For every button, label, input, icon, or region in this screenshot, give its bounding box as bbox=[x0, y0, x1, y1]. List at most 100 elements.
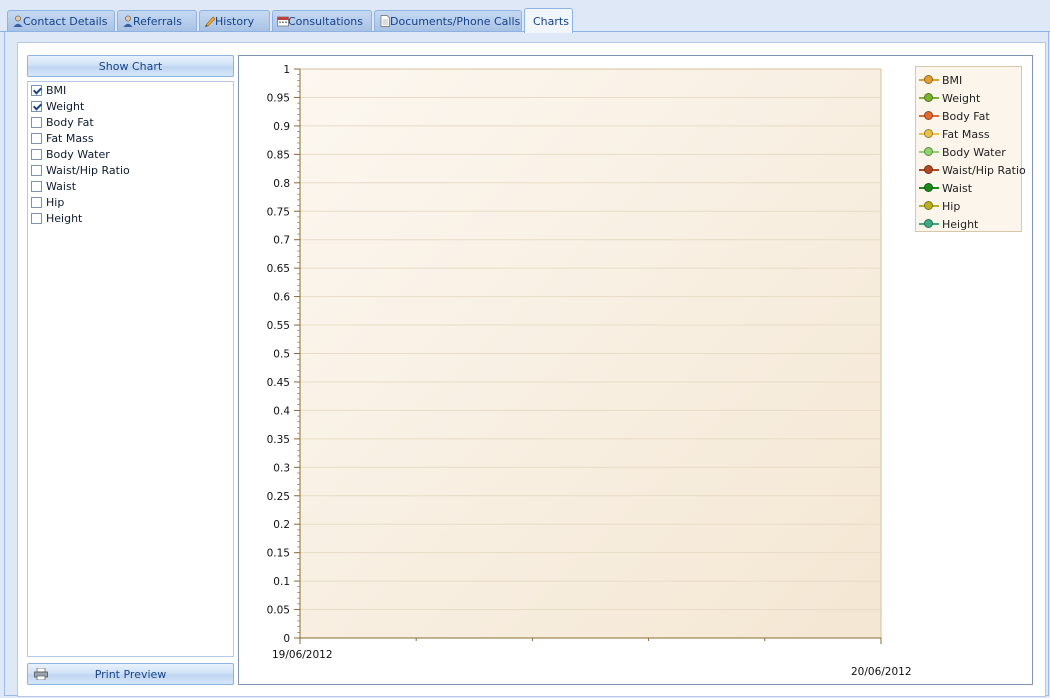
y-tick-label: 0.5 bbox=[273, 349, 290, 361]
metric-checkbox[interactable] bbox=[31, 180, 42, 192]
y-tick-label: 0.55 bbox=[267, 320, 290, 332]
tab-label: Documents/Phone Calls bbox=[390, 14, 521, 28]
legend-label: BMI bbox=[942, 73, 963, 87]
legend-marker bbox=[919, 218, 939, 230]
print-preview-button[interactable]: Print Preview bbox=[27, 663, 234, 685]
legend-label: Waist/Hip Ratio bbox=[942, 163, 1026, 177]
tab-label: Referrals bbox=[133, 14, 182, 28]
y-tick-label: 0.3 bbox=[273, 462, 290, 474]
y-tick-label: 0.8 bbox=[273, 178, 290, 190]
metric-label: Body Water bbox=[46, 147, 110, 161]
tab-consultations[interactable]: Consultations bbox=[272, 10, 372, 31]
y-tick-label: 0.65 bbox=[267, 263, 290, 275]
x-tick-label: 20/06/2012 bbox=[851, 666, 912, 678]
metric-body-fat[interactable]: Body Fat bbox=[28, 114, 233, 130]
tab-referrals[interactable]: Referrals bbox=[117, 10, 197, 31]
print-preview-label: Print Preview bbox=[94, 667, 167, 681]
pencil-icon bbox=[205, 16, 216, 27]
legend-item: Waist/Hip Ratio bbox=[916, 161, 1026, 179]
metric-bmi[interactable]: BMI bbox=[28, 82, 233, 98]
person-icon bbox=[13, 15, 23, 27]
metric-label: Hip bbox=[46, 195, 65, 209]
metric-hip[interactable]: Hip bbox=[28, 194, 233, 210]
y-tick-label: 0.75 bbox=[267, 206, 290, 218]
tab-documents-phone-calls[interactable]: Documents/Phone Calls bbox=[374, 10, 522, 31]
legend-marker bbox=[919, 182, 939, 194]
show-chart-button[interactable]: Show Chart bbox=[27, 55, 234, 77]
metric-checkbox[interactable] bbox=[31, 212, 42, 224]
metric-label: BMI bbox=[46, 83, 67, 97]
x-tick-label: 19/06/2012 bbox=[272, 649, 333, 661]
legend-item: Height bbox=[916, 215, 1021, 233]
metric-height[interactable]: Height bbox=[28, 210, 233, 226]
printer-icon bbox=[34, 668, 48, 680]
legend-item: Body Fat bbox=[916, 107, 1021, 125]
y-tick-label: 0.25 bbox=[267, 491, 290, 503]
metric-checkbox[interactable] bbox=[31, 164, 42, 176]
metric-checklist: BMI Weight Body Fat Fat Mass Body Water Waist… bbox=[27, 81, 234, 657]
legend-marker bbox=[919, 164, 939, 176]
y-tick-label: 0.45 bbox=[267, 377, 290, 389]
y-tick-label: 0.15 bbox=[267, 548, 290, 560]
metric-checkbox[interactable] bbox=[31, 132, 42, 144]
tab-label: History bbox=[215, 14, 255, 28]
legend-item: Fat Mass bbox=[916, 125, 1021, 143]
metric-checkbox[interactable] bbox=[31, 196, 42, 208]
chart-legend: BMI Weight Body Fat Fat Mass Body Water Waist… bbox=[915, 66, 1026, 233]
legend-item: BMI bbox=[916, 71, 1021, 89]
metric-weight[interactable]: Weight bbox=[28, 98, 233, 114]
y-tick-label: 0.6 bbox=[273, 292, 290, 304]
tab-label: Consultations bbox=[288, 14, 363, 28]
legend-label: Fat Mass bbox=[942, 127, 990, 141]
metric-waist-hip-ratio[interactable]: Waist/Hip Ratio bbox=[28, 162, 233, 178]
y-tick-label: 0.95 bbox=[267, 92, 290, 104]
person-icon bbox=[123, 15, 133, 27]
metric-checkbox[interactable] bbox=[31, 116, 42, 128]
y-tick-label: 0.35 bbox=[267, 434, 290, 446]
tab-label: Charts bbox=[533, 14, 569, 28]
legend-label: Body Fat bbox=[942, 109, 990, 123]
calendar-icon bbox=[277, 16, 289, 27]
y-tick-label: 0.1 bbox=[273, 576, 290, 588]
legend-item: Hip bbox=[916, 197, 1021, 215]
metric-label: Fat Mass bbox=[46, 131, 94, 145]
tab-label: Contact Details bbox=[23, 14, 108, 28]
tab-contact-details[interactable]: Contact Details bbox=[7, 10, 115, 31]
y-tick-label: 0.7 bbox=[273, 235, 290, 247]
y-tick-label: 0.05 bbox=[267, 605, 290, 617]
y-tick-label: 0 bbox=[283, 633, 290, 645]
metric-waist[interactable]: Waist bbox=[28, 178, 233, 194]
legend-label: Body Water bbox=[942, 145, 1006, 159]
tab-charts[interactable]: Charts bbox=[524, 8, 573, 33]
legend-marker bbox=[919, 92, 939, 104]
legend-item: Waist bbox=[916, 179, 1021, 197]
chart-panel: 0 0.05 0.1 0.15 0.2 0.25 0.3 0.35 0.4 0.45 0.5 0.55… bbox=[238, 55, 1033, 685]
metric-label: Waist bbox=[46, 179, 77, 193]
show-chart-label: Show Chart bbox=[98, 59, 163, 73]
metric-label: Waist/Hip Ratio bbox=[46, 163, 130, 177]
metric-checkbox[interactable] bbox=[31, 148, 42, 160]
legend-item: Weight bbox=[916, 89, 1021, 107]
legend-marker bbox=[919, 74, 939, 86]
y-tick-label: 1 bbox=[283, 64, 290, 76]
legend-item: Body Water bbox=[916, 143, 1021, 161]
document-icon bbox=[380, 15, 390, 27]
legend-marker bbox=[919, 128, 939, 140]
metric-checkbox[interactable] bbox=[31, 84, 42, 96]
legend-label: Hip bbox=[942, 199, 961, 213]
legend-marker bbox=[919, 146, 939, 158]
metric-body-water[interactable]: Body Water bbox=[28, 146, 233, 162]
legend-label: Height bbox=[942, 217, 979, 231]
tab-history[interactable]: History bbox=[199, 10, 270, 31]
metric-fat-mass[interactable]: Fat Mass bbox=[28, 130, 233, 146]
legend-marker bbox=[919, 200, 939, 212]
metric-label: Height bbox=[46, 211, 83, 225]
legend-label: Waist bbox=[942, 181, 973, 195]
y-tick-label: 0.4 bbox=[273, 405, 290, 417]
metric-label: Body Fat bbox=[46, 115, 94, 129]
metric-checkbox[interactable] bbox=[31, 100, 42, 112]
y-tick-label: 0.9 bbox=[273, 121, 290, 133]
y-tick-label: 0.2 bbox=[273, 519, 290, 531]
metric-label: Weight bbox=[46, 99, 85, 113]
y-tick-label: 0.85 bbox=[267, 149, 290, 161]
